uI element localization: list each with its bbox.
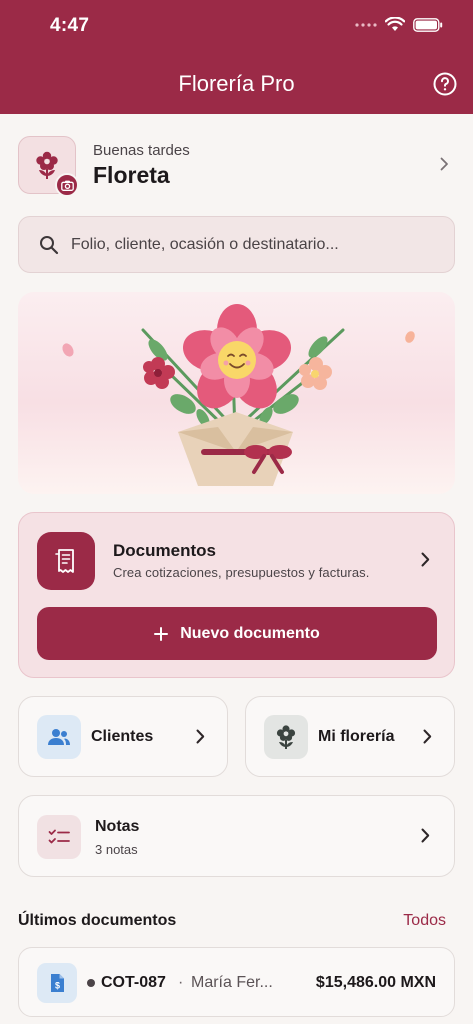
search-icon [40,235,59,254]
document-type-icon-tile: $ [37,963,77,1003]
camera-badge[interactable] [55,173,79,197]
view-all-link[interactable]: Todos [403,912,446,930]
notes-title: Notas [95,818,140,835]
chevron-right-icon [440,157,448,171]
battery-icon [413,17,443,32]
cellular-signal-icon [355,22,377,27]
camera-icon [60,180,74,191]
profile-row[interactable]: Buenas tardes Floreta [18,136,455,197]
document-client: María Fer... [191,974,273,991]
status-time: 4:47 [50,15,90,36]
shop-avatar[interactable] [18,136,79,197]
help-button[interactable] [433,72,457,96]
clients-icon-tile [37,714,81,759]
flower-icon [36,151,58,179]
clients-label: Clientes [91,727,154,745]
clients-tile[interactable]: Clientes [18,696,228,777]
invoice-dollar-icon: $ [51,974,64,992]
status-dot [87,979,95,987]
document-icon-tile [37,532,95,590]
wifi-icon [385,17,405,31]
documents-card[interactable]: Documentos Crea cotizaciones, presupuest… [18,512,455,678]
recent-document-row[interactable]: $ COT-087 · María Fer... $15,486.00 MXN [18,947,455,1017]
svg-text:$: $ [55,981,60,991]
new-document-label: Nuevo documento [180,624,320,642]
shop-icon-tile [264,714,308,759]
documents-title: Documentos [113,541,216,560]
app-header: 4:47 Florería Pro [0,0,473,114]
notes-count: 3 notas [95,842,138,857]
greeting-subtitle: Buenas tardes [93,141,190,159]
question-circle-icon [433,72,457,96]
search-input[interactable] [71,235,431,254]
my-shop-label: Mi florería [318,727,395,745]
chevron-right-icon [196,729,205,744]
notes-card[interactable]: Notas 3 notas [18,795,455,877]
my-shop-tile[interactable]: Mi florería [245,696,455,777]
chevron-right-icon [423,729,432,744]
users-icon [48,728,70,745]
search-bar[interactable] [18,216,455,273]
greeting-text: Buenas tardes Floreta [93,142,190,189]
bouquet-illustration [62,304,415,486]
plus-icon [154,626,169,641]
flower-icon [276,724,296,749]
recent-documents-title: Últimos documentos [18,912,177,929]
app-title: Florería Pro [178,71,295,96]
document-amount: $15,486.00 MXN [315,974,436,991]
checklist-icon [48,829,70,844]
hero-illustration [18,292,455,494]
notes-icon-tile [37,815,81,859]
documents-subtitle: Crea cotizaciones, presupuestos y factur… [113,565,370,580]
receipt-icon [55,549,74,573]
document-folio: COT-087 [101,974,166,991]
new-document-button[interactable]: Nuevo documento [37,607,437,660]
separator: · [178,974,184,991]
chevron-right-icon [421,828,430,843]
status-icons [355,17,443,32]
shop-name: Floreta [93,161,170,188]
chevron-right-icon [421,552,430,567]
